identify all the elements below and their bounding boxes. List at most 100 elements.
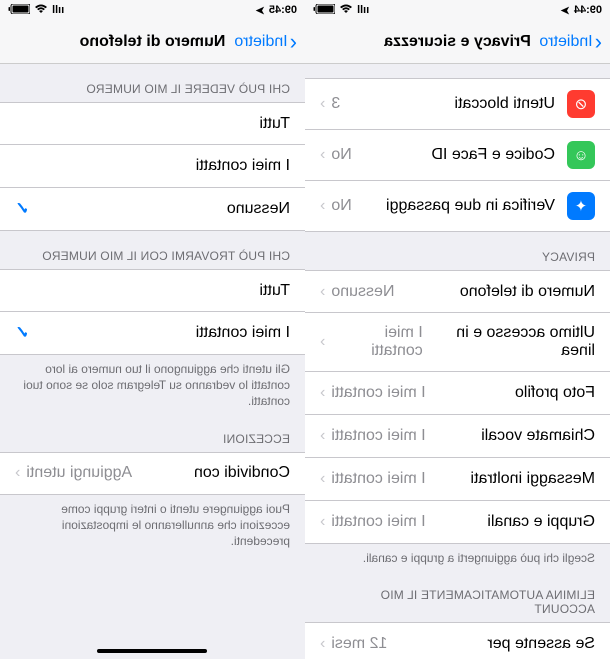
row-groups[interactable]: Gruppi e canali I miei contatti › [305,501,610,544]
row-label: Chiamate vocali [481,427,595,445]
row-label: Verifica in due passaggi [386,197,555,215]
row-value: 3 [331,95,340,113]
row-label: Gruppi e canali [487,513,595,531]
section-header-see: CHI PUÒ VEDERE IL MIO NUMERO [0,64,305,102]
section-header-find: CHI PUÒ TROVARMI CON IL MIO NUMERO [0,231,305,269]
battery-icon [8,4,30,17]
chevron-left-icon: ‹ [595,29,602,55]
wifi-icon [339,4,353,17]
check-icon: ✓ [15,199,29,219]
row-value: Aggiungi utenti [26,464,132,482]
delete-section: Se assente per 12 mesi › [305,622,610,659]
row-value: I miei contatti [331,384,425,402]
row-forwarded[interactable]: Messaggi inoltrati I miei contatti › [305,458,610,501]
check-icon: ✓ [15,323,29,343]
row-label: Se assente per [487,635,595,653]
content: CHI PUÒ VEDERE IL MIO NUMERO Tutti I mie… [0,64,305,659]
faceid-icon: ☺ [567,141,595,169]
row-profile-photo[interactable]: Foto profilo I miei contatti › [305,372,610,415]
back-label: Indietro [539,33,592,51]
row-label: Codice e Face ID [431,146,555,164]
see-section: Tutti I miei contatti Nessuno ✓ [0,102,305,231]
row-value: 12 mesi [331,635,387,653]
option-everyone[interactable]: Tutti [0,102,305,145]
row-value: Nessuno [331,283,394,301]
status-time: 09:45 [269,4,297,16]
chevron-right-icon: › [320,513,325,531]
home-indicator[interactable] [98,649,208,653]
row-label: Foto profilo [515,384,595,402]
row-passcode-faceid[interactable]: ☺ Codice e Face ID No › [305,130,610,181]
status-time: 09:44 [574,4,602,16]
security-section: ⊘ Utenti bloccati 3 › ☺ Codice e Face ID… [305,78,610,232]
row-label: Tutti [259,282,290,300]
row-share-with[interactable]: Condividi con Aggiungi utenti › [0,452,305,495]
screen-privacy: 09:44 ➤ ııll ‹ Indietro Privacy e sicure… [305,0,610,659]
row-blocked-users[interactable]: ⊘ Utenti bloccati 3 › [305,78,610,130]
row-value: I miei contatti [331,324,422,360]
nav-bar: ‹ Indietro Privacy e sicurezza [305,20,610,64]
row-label: Numero di telefono [460,283,595,301]
section-header-delete: ELIMINA AUTOMATICAMENTE IL MIO ACCOUNT [305,570,610,622]
back-label: Indietro [234,33,287,51]
exceptions-section: Condividi con Aggiungi utenti › [0,452,305,495]
battery-icon [313,4,335,17]
chevron-left-icon: ‹ [290,29,297,55]
page-title: Numero di telefono [80,33,226,51]
row-value: I miei contatti [331,427,425,445]
option-everyone[interactable]: Tutti [0,269,305,312]
row-value: I miei contatti [331,513,425,531]
section-header-exceptions: ECCEZIONI [0,414,305,452]
nav-bar: ‹ Indietro Numero di telefono [0,20,305,64]
row-value: No [331,146,351,164]
row-value: I miei contatti [331,470,425,488]
row-label: I miei contatti [196,157,290,175]
row-two-step[interactable]: ✦ Verifica in due passaggi No › [305,181,610,232]
signal-icon: ııll [357,4,369,16]
row-label: Messaggi inoltrati [471,470,596,488]
chevron-right-icon: › [320,635,325,653]
location-icon: ➤ [256,4,265,17]
privacy-section: Numero di telefono Nessuno › Ultimo acces… [305,270,610,544]
chevron-right-icon: › [320,95,325,113]
find-section: Tutti I miei contatti ✓ [0,269,305,355]
chevron-right-icon: › [320,470,325,488]
option-nobody[interactable]: Nessuno ✓ [0,188,305,231]
row-label: Utenti bloccati [455,95,556,113]
row-value: No [331,197,351,215]
row-label: Tutti [259,115,290,133]
signal-icon: ııll [52,4,64,16]
chevron-right-icon: › [320,197,325,215]
section-footer-privacy: Scegli chi può aggiungerti a gruppi e ca… [305,544,610,570]
wifi-icon [34,4,48,17]
section-header-privacy: PRIVACY [305,232,610,270]
row-label: Ultimo accesso e in linea [423,324,595,360]
block-icon: ⊘ [567,90,595,118]
chevron-right-icon: › [15,464,20,482]
row-label: Nessuno [227,200,290,218]
option-my-contacts[interactable]: I miei contatti ✓ [0,312,305,355]
chevron-right-icon: › [320,427,325,445]
chevron-right-icon: › [320,384,325,402]
section-footer-exceptions: Puoi aggiungere utenti o interi gruppi c… [0,495,305,554]
row-label: Condividi con [194,464,290,482]
screen-phone-number: 09:45 ➤ ııll ‹ Indietro Numero di telefo… [0,0,305,659]
content: ⊘ Utenti bloccati 3 › ☺ Codice e Face ID… [305,64,610,659]
chevron-right-icon: › [320,333,325,351]
status-bar: 09:44 ➤ ııll [305,0,610,20]
row-voice-calls[interactable]: Chiamate vocali I miei contatti › [305,415,610,458]
page-title: Privacy e sicurezza [384,33,531,51]
status-bar: 09:45 ➤ ııll [0,0,305,20]
back-button[interactable]: ‹ Indietro [234,29,297,55]
chevron-right-icon: › [320,146,325,164]
section-footer-find: Gli utenti che aggiungono il tuo numero … [0,355,305,414]
option-my-contacts[interactable]: I miei contatti [0,145,305,188]
row-phone-number[interactable]: Numero di telefono Nessuno › [305,270,610,313]
row-label: I miei contatti [196,324,290,342]
chevron-right-icon: › [320,283,325,301]
key-icon: ✦ [567,192,595,220]
location-icon: ➤ [561,4,570,17]
back-button[interactable]: ‹ Indietro [539,29,602,55]
row-last-seen[interactable]: Ultimo accesso e in linea I miei contatt… [305,313,610,372]
row-absent-for[interactable]: Se assente per 12 mesi › [305,622,610,659]
